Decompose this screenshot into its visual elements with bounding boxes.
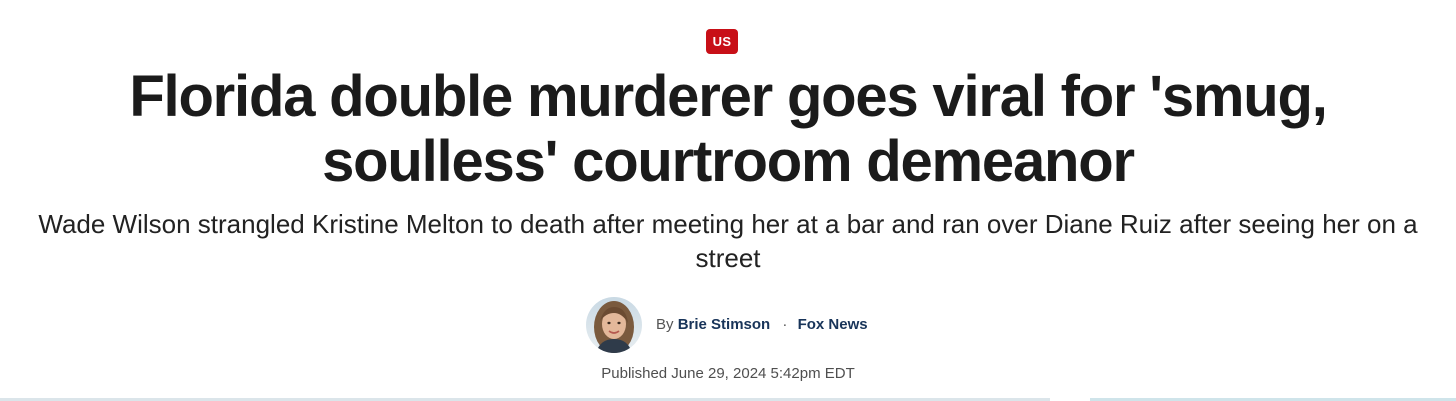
category-badge[interactable]: US: [706, 29, 738, 54]
subheadline: Wade Wilson strangled Kristine Melton to…: [38, 209, 1418, 273]
byline-text: By Brie Stimson · Fox News: [656, 315, 868, 335]
author-photo: [586, 297, 642, 353]
byline-prefix: By: [656, 316, 674, 333]
article-header: US Florida double murderer goes viral fo…: [0, 0, 1456, 401]
author-link[interactable]: Brie Stimson: [678, 316, 771, 333]
author-avatar[interactable]: [586, 297, 642, 353]
byline: By Brie Stimson · Fox News: [586, 297, 868, 353]
published-timestamp: Published June 29, 2024 5:42pm EDT: [601, 365, 855, 382]
byline-separator: ·: [782, 316, 788, 333]
source-link[interactable]: Fox News: [798, 316, 868, 333]
headline: Florida double murderer goes viral for '…: [129, 64, 1328, 194]
